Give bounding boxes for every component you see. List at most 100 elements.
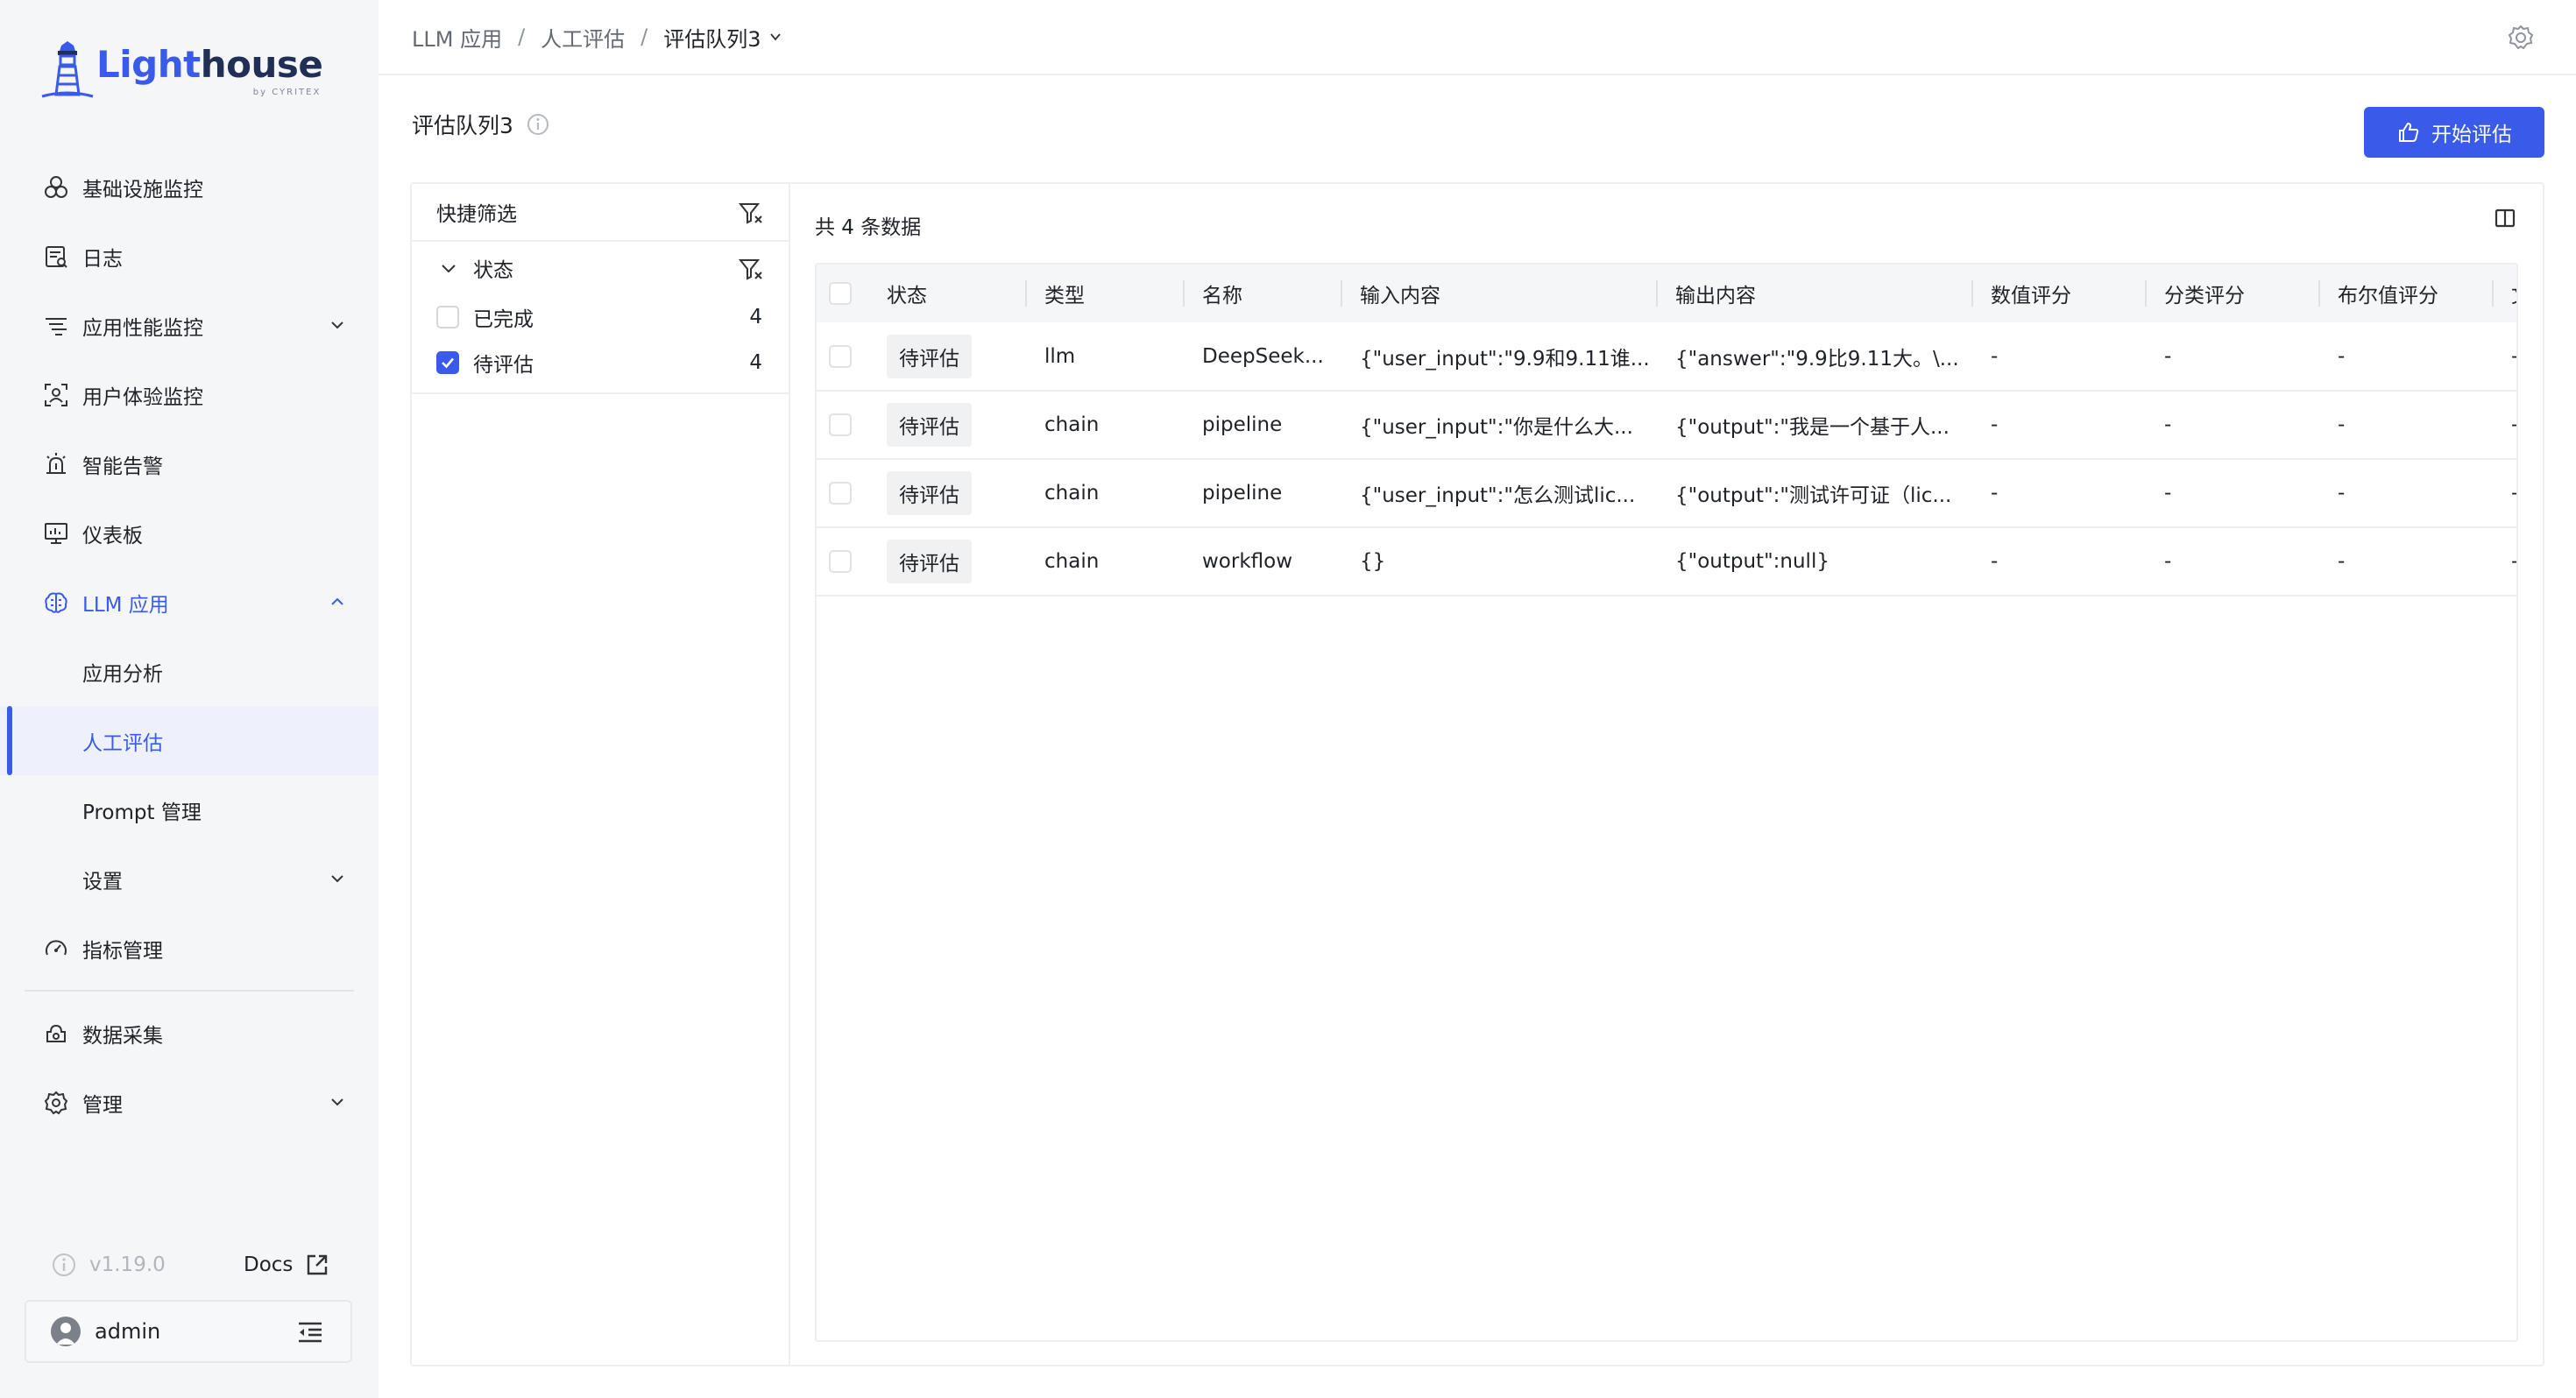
sidebar-subitem-label: 设置 — [82, 870, 123, 893]
total-count: 共 4 条数据 — [815, 216, 922, 239]
quick-filter-title: 快捷筛选 — [436, 203, 517, 226]
filter-option-completed[interactable]: 已完成 4 — [412, 294, 789, 340]
cell-type: llm — [1027, 322, 1185, 392]
cell-boolean-score: - — [2320, 322, 2494, 392]
user-experience-icon — [42, 381, 70, 409]
version-row: v1.19.0 Docs — [51, 1247, 340, 1282]
table-row[interactable]: 待评估 chain workflow {} {"output":null} - … — [817, 527, 2516, 597]
sidebar-subitem-app-analysis[interactable]: 应用分析 — [0, 637, 379, 706]
cell-boolean-score: - — [2320, 391, 2494, 460]
status-badge: 待评估 — [887, 471, 972, 515]
check-icon — [442, 357, 454, 369]
breadcrumb-queue-dropdown[interactable]: 评估队列3 — [663, 22, 782, 53]
cell-status: 待评估 — [869, 527, 1027, 597]
user-name: admin — [95, 1319, 161, 1344]
infrastructure-icon — [42, 173, 70, 201]
row-checkbox[interactable] — [829, 550, 852, 573]
status-group-toggle[interactable]: 状态 — [412, 242, 789, 294]
sidebar-item-log[interactable]: 日志 — [0, 222, 379, 291]
docs-link[interactable]: Docs — [244, 1253, 329, 1277]
row-checkbox[interactable] — [829, 482, 852, 505]
cell-output: {"output":null} — [1658, 527, 1973, 597]
breadcrumb-separator: / — [640, 25, 648, 49]
filter-option-pending[interactable]: 待评估 4 — [412, 340, 789, 385]
sidebar-item-data-collection[interactable]: 数据采集 — [0, 999, 379, 1068]
user-menu[interactable]: admin — [25, 1300, 352, 1363]
sidebar-item-infrastructure[interactable]: 基础设施监控 — [0, 152, 379, 222]
sidebar-item-label: 基础设施监控 — [82, 178, 203, 201]
settings-gear-icon[interactable] — [2506, 23, 2536, 53]
table-area: 共 4 条数据 状态 类型 名称 输入内容 输出内容 数值评分 分类评分 布尔值… — [790, 184, 2543, 1365]
column-header-output: 输出内容 — [1658, 265, 1973, 322]
sidebar-item-apm[interactable]: 应用性能监控 — [0, 291, 379, 360]
dashboard-icon — [42, 519, 70, 547]
cell-input: {"user_input":"你是什么大... — [1342, 391, 1658, 460]
breadcrumb-manual-eval[interactable]: 人工评估 — [541, 22, 625, 53]
sidebar-item-label: 管理 — [82, 1093, 123, 1117]
filter-option-label: 待评估 — [473, 354, 534, 377]
select-all-cell[interactable] — [817, 265, 869, 322]
row-select-cell[interactable] — [817, 322, 869, 392]
sidebar-item-user-experience[interactable]: 用户体验监控 — [0, 360, 379, 429]
checkbox-completed[interactable] — [436, 306, 459, 328]
checkbox-pending[interactable] — [436, 351, 459, 374]
sidebar-item-label: 数据采集 — [82, 1024, 163, 1048]
collapse-sidebar-icon[interactable] — [296, 1319, 324, 1345]
sidebar-item-metrics[interactable]: 指标管理 — [0, 914, 379, 983]
lighthouse-logo[interactable]: Lighthouse by CYRITEX — [40, 39, 323, 102]
column-header-extra: 文 — [2494, 265, 2516, 322]
sidebar-item-dashboard[interactable]: 仪表板 — [0, 498, 379, 568]
chevron-down-icon — [769, 33, 781, 41]
sidebar-item-label: LLM 应用 — [82, 593, 169, 617]
row-checkbox[interactable] — [829, 344, 852, 368]
quick-filter-panel: 快捷筛选 状态 已完成 4 待评估 4 — [412, 184, 790, 1365]
cell-numeric-score: - — [1973, 322, 2147, 392]
row-checkbox[interactable] — [829, 413, 852, 436]
sidebar-item-llm[interactable]: LLM 应用 — [0, 568, 379, 637]
select-all-checkbox[interactable] — [829, 282, 852, 305]
cell-extra: - — [2494, 459, 2516, 528]
filter-clear-icon[interactable] — [738, 200, 764, 226]
sidebar-subitem-label: Prompt 管理 — [82, 801, 202, 824]
cell-boolean-score: - — [2320, 459, 2494, 528]
logo-word-light: Light — [96, 43, 201, 86]
table-row[interactable]: 待评估 llm DeepSeek... {"user_input":"9.9和9… — [817, 322, 2516, 392]
page-header: 评估队列3 — [412, 109, 550, 140]
sidebar: Lighthouse by CYRITEX 基础设施监控 日志 应用性能监控 用… — [0, 0, 379, 1398]
info-icon[interactable] — [526, 112, 550, 137]
sidebar-item-admin[interactable]: 管理 — [0, 1068, 379, 1137]
cell-boolean-score: - — [2320, 527, 2494, 597]
start-evaluation-button[interactable]: 开始评估 — [2364, 107, 2544, 158]
status-badge: 待评估 — [887, 540, 972, 583]
row-select-cell[interactable] — [817, 391, 869, 460]
column-settings-icon[interactable] — [2492, 205, 2518, 231]
filter-option-count: 4 — [749, 306, 762, 328]
breadcrumb-separator: / — [518, 25, 526, 49]
breadcrumb-llm[interactable]: LLM 应用 — [412, 22, 502, 53]
apm-icon — [42, 312, 70, 340]
cell-input: {"user_input":"怎么测试lic... — [1342, 459, 1658, 528]
cell-name: DeepSeek... — [1185, 322, 1342, 392]
table-row[interactable]: 待评估 chain pipeline {"user_input":"你是什么大.… — [817, 391, 2516, 460]
row-select-cell[interactable] — [817, 527, 869, 597]
row-select-cell[interactable] — [817, 459, 869, 528]
sidebar-item-label: 应用性能监控 — [82, 316, 203, 340]
chevron-up-icon — [331, 597, 343, 605]
sidebar-subitem-prompt-management[interactable]: Prompt 管理 — [0, 775, 379, 844]
cell-category-score: - — [2147, 322, 2320, 392]
sidebar-item-alarm[interactable]: 智能告警 — [0, 429, 379, 498]
cell-type: chain — [1027, 391, 1185, 460]
sidebar-subitem-settings[interactable]: 设置 — [0, 844, 379, 914]
sidebar-subitem-manual-evaluation[interactable]: 人工评估 — [0, 706, 379, 775]
column-header-input: 输入内容 — [1342, 265, 1658, 322]
cell-name: pipeline — [1185, 391, 1342, 460]
filter-option-count: 4 — [749, 351, 762, 374]
llm-brain-icon — [42, 589, 70, 617]
filter-clear-icon[interactable] — [738, 256, 764, 282]
alarm-icon — [42, 450, 70, 478]
sidebar-divider — [25, 990, 354, 992]
lighthouse-logo-icon — [41, 41, 94, 98]
table-row[interactable]: 待评估 chain pipeline {"user_input":"怎么测试li… — [817, 459, 2516, 528]
cell-numeric-score: - — [1973, 391, 2147, 460]
cell-input: {"user_input":"9.9和9.11谁... — [1342, 322, 1658, 392]
